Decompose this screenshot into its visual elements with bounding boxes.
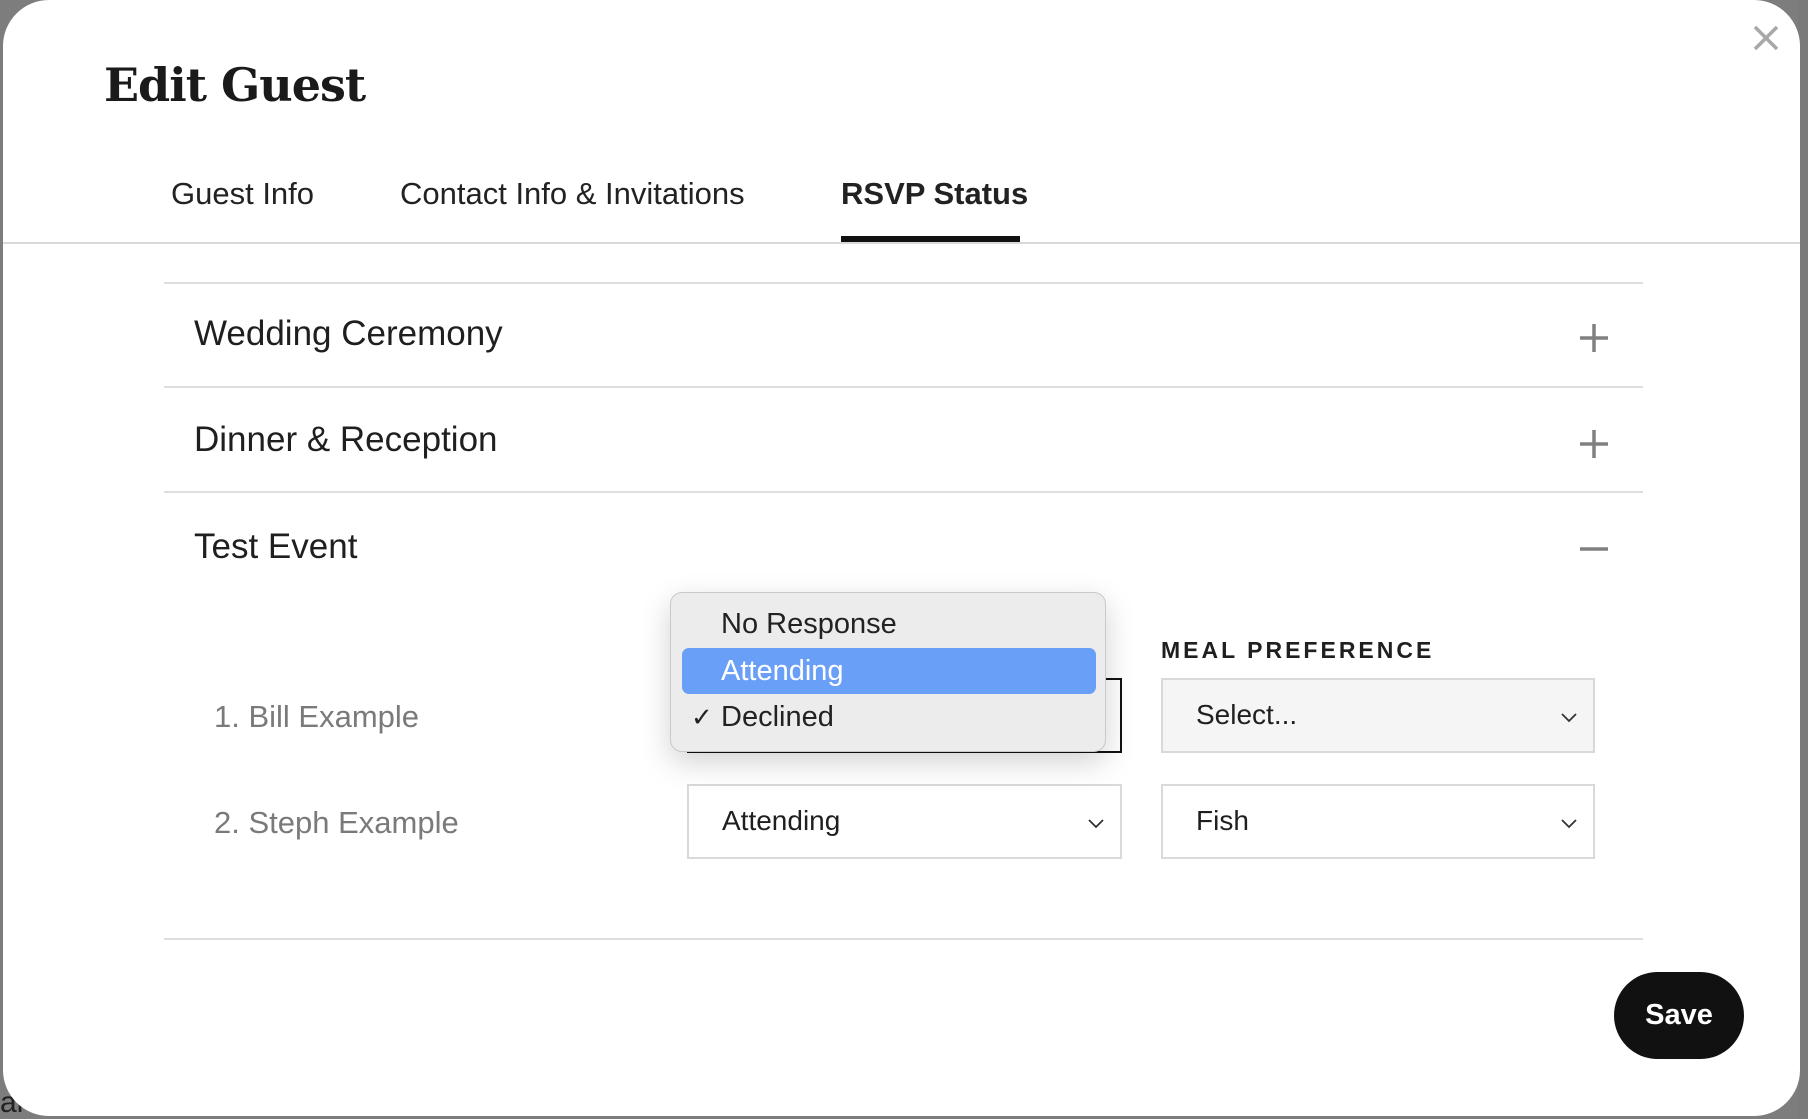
chevron-down-icon — [1561, 713, 1577, 723]
guest-name: 1. Bill Example — [214, 699, 420, 734]
event-title: Wedding Ceremony — [194, 314, 503, 353]
close-icon — [1753, 25, 1779, 51]
tab-bar: Guest Info Contact Info & Invitations RS… — [3, 170, 1800, 244]
option-label: Declined — [721, 701, 834, 733]
meal-select-bill[interactable]: Select... — [1161, 678, 1595, 753]
option-label: Attending — [721, 655, 844, 687]
collapse-button[interactable] — [1578, 533, 1610, 565]
chevron-down-icon — [1088, 819, 1104, 829]
plus-icon — [1580, 324, 1608, 352]
edit-guest-modal: Edit Guest Guest Info Contact Info & Inv… — [3, 0, 1800, 1116]
rsvp-dropdown-menu: No Response Attending ✓ Declined — [670, 592, 1106, 752]
dropdown-option-attending[interactable]: Attending — [682, 648, 1096, 694]
event-title: Dinner & Reception — [194, 420, 498, 459]
active-tab-indicator — [841, 236, 1020, 242]
meal-select-steph[interactable]: Fish — [1161, 784, 1595, 859]
tab-contact-info-invitations[interactable]: Contact Info & Invitations — [400, 176, 745, 212]
chevron-down-icon — [1561, 819, 1577, 829]
checkmark-icon: ✓ — [691, 702, 713, 732]
accordion-dinner-reception[interactable]: Dinner & Reception — [164, 386, 1643, 492]
meal-preference-header: MEAL PREFERENCE — [1161, 637, 1435, 663]
plus-icon — [1580, 430, 1608, 458]
tab-guest-info[interactable]: Guest Info — [171, 176, 314, 212]
accordion-wedding-ceremony[interactable]: Wedding Ceremony — [164, 282, 1643, 388]
close-button[interactable] — [1750, 22, 1782, 54]
rsvp-select-steph[interactable]: Attending — [687, 784, 1122, 859]
select-value: Select... — [1196, 699, 1298, 730]
option-label: No Response — [721, 608, 897, 640]
dropdown-option-no-response[interactable]: No Response — [682, 601, 1096, 647]
guest-name: 2. Steph Example — [214, 805, 459, 840]
save-button[interactable]: Save — [1614, 972, 1744, 1059]
modal-title: Edit Guest — [104, 58, 366, 112]
section-divider — [164, 938, 1643, 940]
select-value: Fish — [1196, 805, 1249, 836]
expand-button[interactable] — [1578, 428, 1610, 460]
select-value: Attending — [722, 805, 841, 836]
event-title[interactable]: Test Event — [194, 527, 357, 567]
tab-rsvp-status[interactable]: RSVP Status — [841, 176, 1028, 212]
dropdown-option-declined[interactable]: ✓ Declined — [682, 694, 1096, 740]
minus-icon — [1580, 547, 1608, 551]
expand-button[interactable] — [1578, 322, 1610, 354]
